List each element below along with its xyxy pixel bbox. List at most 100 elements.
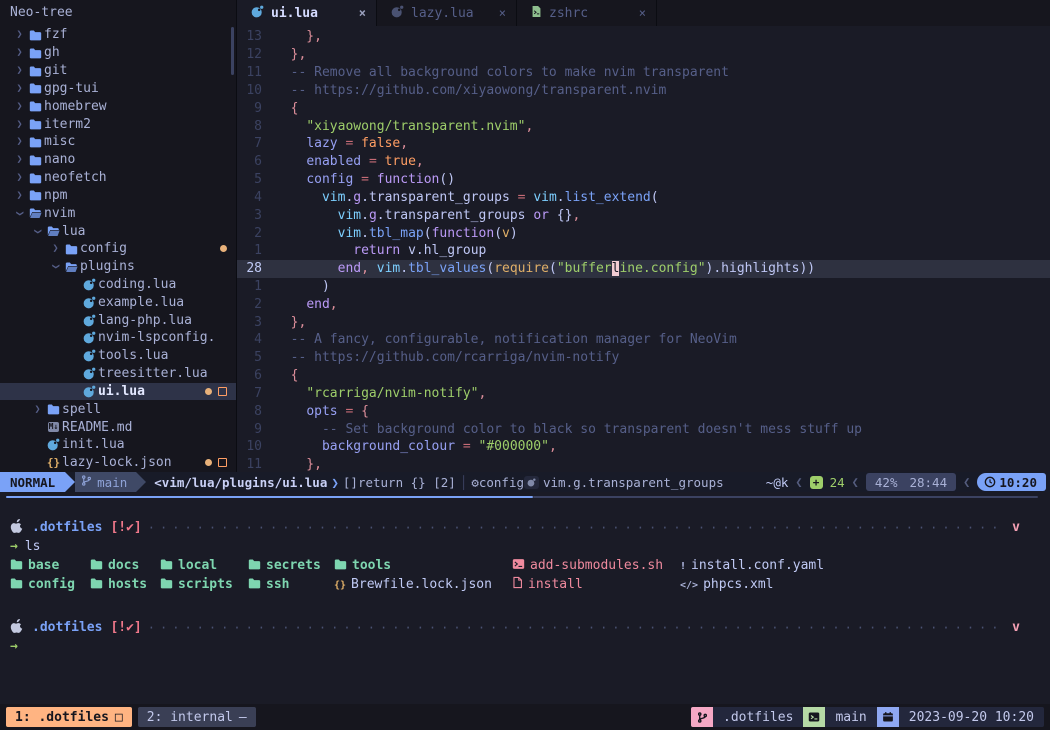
tree-item-nano[interactable]: ❯nano <box>0 151 236 169</box>
ls-entry-label: scripts <box>178 577 233 592</box>
tree-item-nvim[interactable]: ❯nvim <box>0 204 236 222</box>
code-token: end <box>306 297 329 312</box>
command-line-empty[interactable]: → <box>10 637 1050 656</box>
chevron-right-icon: ❯ <box>12 119 27 130</box>
code-token: ) <box>275 279 330 294</box>
folder-icon <box>27 47 44 59</box>
ls-entry: hosts <box>90 577 160 593</box>
close-icon[interactable]: × <box>359 6 366 20</box>
editor-line: 2 end, <box>237 295 1050 313</box>
editor-line: 6 { <box>237 367 1050 385</box>
tree-item-lua[interactable]: ❯lua <box>0 222 236 240</box>
code-token <box>275 297 306 312</box>
editor-line: 10 background_colour = "#000000", <box>237 438 1050 456</box>
tree-item-examplelua[interactable]: example.lua <box>0 293 236 311</box>
code-token: return <box>353 243 400 258</box>
code-token: tbl_values <box>408 261 486 276</box>
line-number: 10 <box>237 439 275 454</box>
editor-buffer[interactable]: 13 },12 },11 -- Remove all background co… <box>237 26 1050 472</box>
tree-item-label: gpg-tui <box>44 81 99 96</box>
tmux-pane-border[interactable] <box>0 492 1050 502</box>
tree-item-uilua[interactable]: ui.lua <box>0 383 236 401</box>
tree-item-treesitterlua[interactable]: treesitter.lua <box>0 365 236 383</box>
tmux-window-active[interactable]: 1: .dotfiles□ <box>6 707 132 727</box>
code-token: , <box>400 136 408 151</box>
breadcrumb-context: []return {} [2] <box>343 475 456 490</box>
line-number: 2 <box>237 297 275 312</box>
pane-border-active <box>6 496 533 498</box>
code-token: "buffer <box>557 261 612 276</box>
editor-line: 2 vim.tbl_map(function(v) <box>237 224 1050 242</box>
ls-entry-label: config <box>28 577 75 592</box>
tree-item-label: lang-php.lua <box>98 313 192 328</box>
statusline: NORMAL main <vim/lua/plugins/ui.lua ❯ []… <box>0 472 1050 492</box>
tree-item-fzf[interactable]: ❯fzf <box>0 26 236 44</box>
tree-item-plugins[interactable]: ❯plugins <box>0 258 236 276</box>
code-token: transparent_groups <box>385 208 526 223</box>
tree-item-config[interactable]: ❯config <box>0 240 236 258</box>
tree-item-READMEmd[interactable]: M↓README.md <box>0 418 236 436</box>
code-token <box>275 261 338 276</box>
tree-item-homebrew[interactable]: ❯homebrew <box>0 97 236 115</box>
git-branch-icon <box>691 707 713 727</box>
tree-item-spell[interactable]: ❯spell <box>0 400 236 418</box>
line-number: 1 <box>237 243 275 258</box>
code-token <box>353 404 361 419</box>
tree-item-git[interactable]: ❯git <box>0 62 236 80</box>
chevron-right-icon: ❯ <box>12 154 27 165</box>
neotree-scrollbar[interactable] <box>231 27 234 75</box>
tree-item-label: config <box>80 241 127 256</box>
lua-symbol-icon <box>524 476 539 489</box>
code-token <box>377 154 385 169</box>
folder-icon <box>27 29 44 41</box>
code-token: -- https://github.com/xiyaowong/transpar… <box>275 83 666 98</box>
tree-item-toolslua[interactable]: tools.lua <box>0 347 236 365</box>
tab-zshrc[interactable]: zshrc× <box>517 0 657 26</box>
tmux-window-label: 1: .dotfiles <box>15 710 109 725</box>
json-icon: {} <box>334 577 346 592</box>
tree-item-gh[interactable]: ❯gh <box>0 44 236 62</box>
code-token: { <box>275 368 298 383</box>
terminal-pane[interactable]: .dotfiles[!✔]···························… <box>0 502 1050 704</box>
folder-icon <box>27 82 44 94</box>
tree-item-label: nvim-lspconfig. <box>98 330 215 345</box>
tree-item-initlua[interactable]: init.lua <box>0 436 236 454</box>
neotree-items: ❯fzf❯gh❯git❯gpg-tui❯homebrew❯iterm2❯misc… <box>0 26 236 472</box>
tree-item-gpg-tui[interactable]: ❯gpg-tui <box>0 79 236 97</box>
folder-icon <box>27 100 44 112</box>
tree-item-codinglua[interactable]: coding.lua <box>0 276 236 294</box>
prompt-trail: v <box>1012 620 1020 635</box>
close-icon[interactable]: × <box>639 6 646 20</box>
lua-file-icon <box>81 296 98 309</box>
code-token <box>510 190 518 205</box>
tree-item-nvim-lspconfig[interactable]: nvim-lspconfig. <box>0 329 236 347</box>
tree-item-neofetch[interactable]: ❯neofetch <box>0 169 236 187</box>
chevron-right-icon: ❯ <box>12 101 27 112</box>
tree-item-iterm2[interactable]: ❯iterm2 <box>0 115 236 133</box>
close-icon[interactable]: × <box>499 6 506 20</box>
editor-line: 4 vim.g.transparent_groups = vim.list_ex… <box>237 188 1050 206</box>
code-text: -- Set background color to black so tran… <box>275 422 862 437</box>
code-token: opts <box>306 404 337 419</box>
left-chevron-icon: ❮ <box>795 475 802 489</box>
ls-entry: local <box>160 558 248 574</box>
editor-line: 12 }, <box>237 46 1050 64</box>
tab-uilua[interactable]: ui.lua× <box>237 0 377 26</box>
tmux-git-branch: main <box>825 710 876 725</box>
ls-entry: secrets <box>248 558 334 574</box>
tree-item-npm[interactable]: ❯npm <box>0 186 236 204</box>
tab-lazylua[interactable]: lazy.lua× <box>377 0 517 26</box>
tmux-window-inactive[interactable]: 2: internal– <box>138 707 256 727</box>
markdown-file-icon: M↓ <box>45 422 62 432</box>
code-token: ( <box>494 226 502 241</box>
code-token: true <box>385 154 416 169</box>
tree-item-lang-phplua[interactable]: lang-php.lua <box>0 311 236 329</box>
editor-line: 3 vim.g.transparent_groups or {}, <box>237 206 1050 224</box>
powerline-separator <box>136 472 146 492</box>
tree-item-lazy-lockjson[interactable]: {}lazy-lock.json <box>0 454 236 472</box>
screen: Neo-tree ❯fzf❯gh❯git❯gpg-tui❯homebrew❯it… <box>0 0 1050 730</box>
ls-entry-label: tools <box>352 558 391 573</box>
code-token <box>369 172 377 187</box>
ls-entry: docs <box>90 558 160 574</box>
tree-item-misc[interactable]: ❯misc <box>0 133 236 151</box>
